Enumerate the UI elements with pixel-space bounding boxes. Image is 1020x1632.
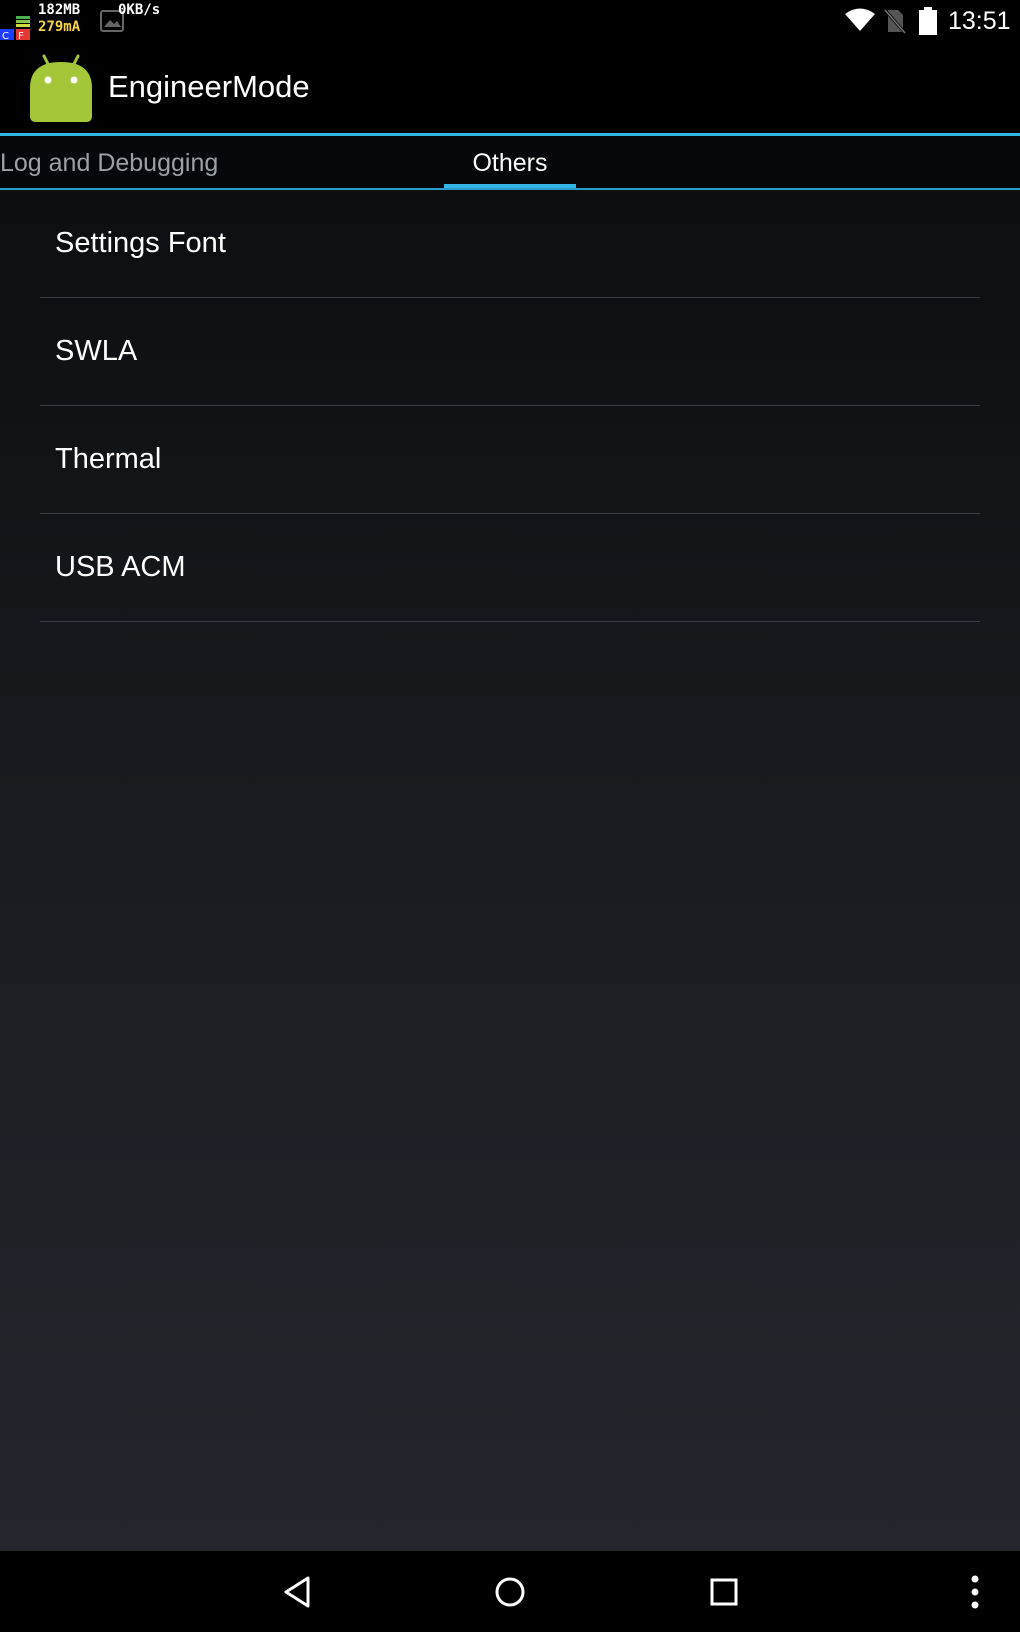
- network-speed: 0KB/s: [118, 2, 161, 18]
- list-item-thermal[interactable]: Thermal: [40, 406, 980, 514]
- svg-text:C: C: [2, 31, 9, 40]
- list-item-settings-font[interactable]: Settings Font: [40, 190, 980, 298]
- svg-text:F: F: [18, 31, 24, 40]
- list-item-label: Settings Font: [55, 227, 226, 259]
- list-item-label: Thermal: [55, 443, 162, 475]
- clock: 13:51: [948, 7, 1011, 35]
- android-icon[interactable]: [26, 54, 96, 124]
- tab-strip: Log and Debugging Others: [0, 136, 1020, 190]
- app-title: EngineerMode: [108, 69, 310, 104]
- memory-usage: 182MB: [38, 2, 81, 18]
- back-button[interactable]: [252, 1551, 342, 1632]
- home-button[interactable]: [465, 1551, 555, 1632]
- list-item-swla[interactable]: SWLA: [40, 298, 980, 406]
- tab-others[interactable]: Others: [444, 136, 576, 190]
- list-item-usb-acm[interactable]: USB ACM: [40, 514, 980, 622]
- list-item-label: USB ACM: [55, 551, 186, 583]
- status-bar: C F 182MB 279mA 0KB/s 13:51: [0, 0, 1020, 42]
- list-item-label: SWLA: [55, 335, 138, 367]
- wifi-icon: [845, 8, 875, 31]
- current-draw: 279mA: [38, 19, 81, 35]
- recents-icon: [710, 1578, 738, 1605]
- navigation-bar: [0, 1551, 1020, 1632]
- recents-button[interactable]: [679, 1551, 769, 1632]
- content-area: Settings Font SWLA Thermal USB ACM: [0, 190, 1020, 1551]
- battery-icon: [919, 7, 937, 35]
- action-bar: EngineerMode: [0, 42, 1020, 134]
- back-icon: [284, 1576, 310, 1607]
- overflow-menu-icon: [971, 1575, 979, 1608]
- monitor-icon: C F: [0, 16, 30, 40]
- home-icon: [495, 1577, 525, 1606]
- no-sim-icon: [884, 9, 906, 34]
- overflow-menu-button[interactable]: [955, 1551, 995, 1632]
- options-list: Settings Font SWLA Thermal USB ACM: [40, 190, 980, 622]
- tab-log-and-debugging[interactable]: Log and Debugging: [0, 136, 218, 190]
